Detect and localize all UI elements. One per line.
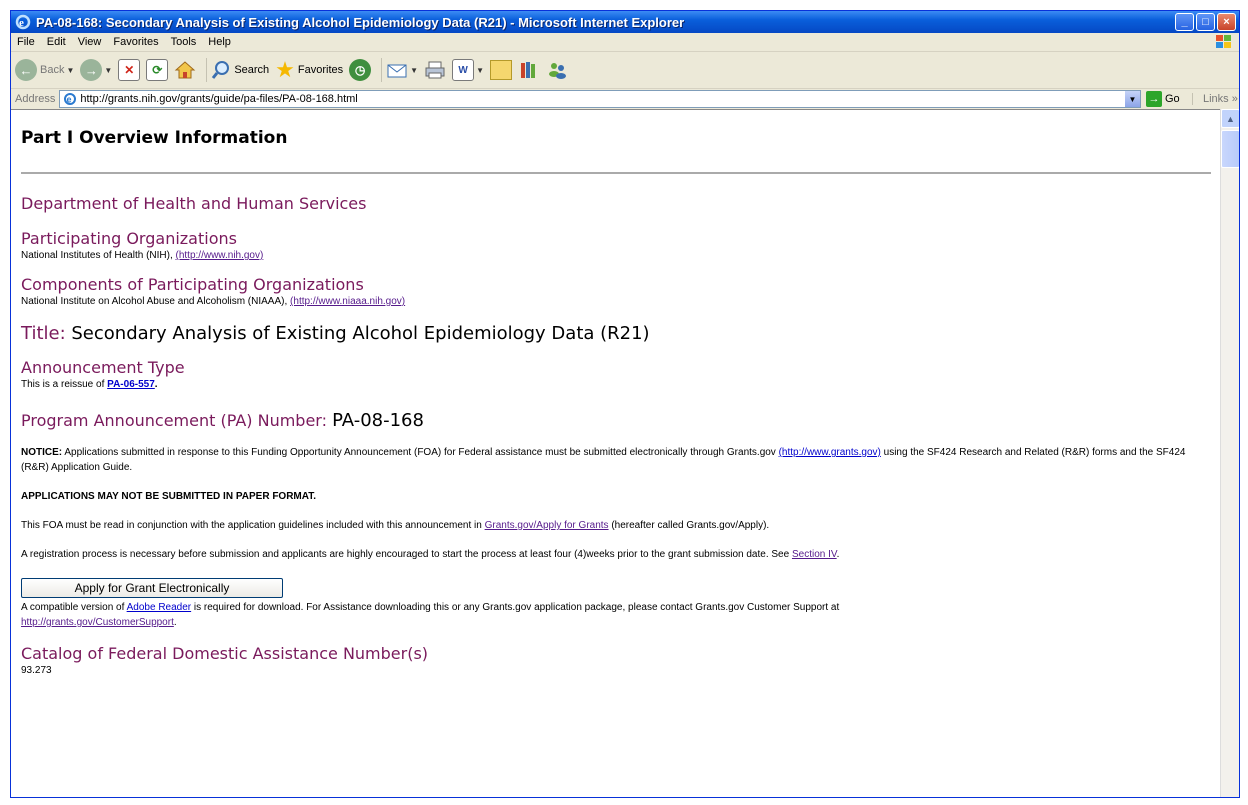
department-heading: Department of Health and Human Services [21, 194, 367, 213]
history-button[interactable]: ◷ [349, 59, 372, 81]
page-title: Part I Overview Information [21, 128, 288, 148]
favorites-button[interactable]: ★ Favorites [275, 57, 343, 82]
address-dropdown-button[interactable]: ▼ [1125, 91, 1140, 107]
research-button[interactable] [518, 60, 540, 80]
menu-bar: File Edit View Favorites Tools Help [11, 33, 1239, 52]
windows-logo-icon [1216, 35, 1231, 48]
nih-link[interactable]: (http://www.nih.gov) [176, 250, 264, 261]
go-arrow-icon: → [1146, 91, 1162, 107]
vertical-scrollbar[interactable]: ▲ [1220, 109, 1239, 797]
word-icon: W [452, 59, 475, 81]
forward-button[interactable]: → ▼ [80, 59, 112, 81]
scrollbar-thumb[interactable] [1221, 130, 1239, 168]
star-icon: ★ [275, 57, 295, 82]
page-icon: e [64, 93, 77, 105]
components-heading: Components of Participating Organization… [21, 275, 364, 294]
internet-explorer-icon: e [15, 14, 31, 30]
participating-heading: Participating Organizations [21, 229, 237, 248]
menu-favorites[interactable]: Favorites [113, 36, 158, 48]
mail-icon [387, 64, 407, 78]
forward-arrow-icon: → [80, 59, 103, 81]
menu-help[interactable]: Help [208, 36, 231, 48]
stop-button[interactable]: ✕ [118, 59, 141, 81]
edit-button[interactable]: W ▼ [452, 59, 484, 81]
chevron-down-icon: ▼ [410, 65, 419, 75]
note-icon [490, 60, 512, 80]
pa-number-heading: Program Announcement (PA) Number: PA-08-… [21, 410, 424, 431]
adobe-reader-link[interactable]: Adobe Reader [127, 602, 192, 613]
menu-edit[interactable]: Edit [47, 36, 66, 48]
niaaa-link[interactable]: (http://www.niaaa.nih.gov) [290, 296, 405, 307]
catalog-heading: Catalog of Federal Domestic Assistance N… [21, 644, 429, 663]
messenger-icon [549, 63, 566, 79]
notice-paragraph: NOTICE: Applications submitted in respon… [21, 447, 1186, 473]
menu-view[interactable]: View [78, 36, 102, 48]
links-button[interactable]: Links » [1192, 93, 1239, 105]
chevron-down-icon: ▼ [476, 65, 484, 75]
page-content: Part I Overview Information Department o… [11, 109, 1221, 797]
address-url: http://grants.nih.gov/grants/guide/pa-fi… [80, 93, 358, 105]
home-button[interactable] [174, 60, 196, 80]
svg-text:e: e [67, 95, 72, 105]
apply-for-grants-link[interactable]: Grants.gov/Apply for Grants [485, 520, 609, 531]
search-icon [212, 61, 230, 79]
grants-gov-link[interactable]: (http://www.grants.gov) [779, 447, 881, 458]
messenger-button[interactable] [546, 60, 568, 80]
customer-support-link[interactable]: http://grants.gov/CustomerSupport [21, 617, 174, 628]
browser-window: e PA-08-168: Secondary Analysis of Exist… [10, 10, 1240, 798]
svg-text:e: e [19, 17, 24, 29]
section-iv-link[interactable]: Section IV [792, 549, 837, 560]
scroll-up-icon[interactable]: ▲ [1221, 109, 1239, 128]
chevron-down-icon: ▼ [66, 65, 75, 75]
address-bar: Address e http://grants.nih.gov/grants/g… [11, 89, 1239, 110]
stop-icon: ✕ [118, 59, 141, 81]
back-arrow-icon: ← [15, 59, 37, 81]
address-label: Address [15, 93, 56, 105]
address-input[interactable]: e http://grants.nih.gov/grants/guide/pa-… [59, 90, 1141, 108]
mail-button[interactable]: ▼ [386, 61, 418, 79]
announcement-heading: Announcement Type [21, 358, 185, 377]
history-icon: ◷ [349, 59, 372, 81]
pa-06-557-link[interactable]: PA-06-557 [107, 379, 155, 390]
print-button[interactable] [424, 60, 446, 80]
refresh-button[interactable]: ⟳ [146, 59, 169, 81]
search-button[interactable]: Search [211, 60, 269, 80]
adobe-paragraph: A compatible version of Adobe Reader is … [21, 602, 840, 628]
no-paper-notice: APPLICATIONS MAY NOT BE SUBMITTED IN PAP… [21, 491, 317, 502]
printer-icon [425, 61, 445, 79]
maximize-button[interactable]: □ [1196, 13, 1215, 31]
apply-grant-button[interactable]: Apply for Grant Electronically [21, 578, 283, 598]
go-button[interactable]: → Go [1146, 91, 1192, 107]
home-icon [174, 61, 196, 79]
minimize-button[interactable]: _ [1175, 13, 1194, 31]
window-title: PA-08-168: Secondary Analysis of Existin… [36, 14, 685, 30]
back-button[interactable]: ← Back ▼ [15, 59, 74, 81]
catalog-number: 93.273 [21, 665, 52, 676]
close-button[interactable]: × [1217, 13, 1236, 31]
foa-paragraph: This FOA must be read in conjunction wit… [21, 520, 770, 531]
menu-tools[interactable]: Tools [171, 36, 197, 48]
research-books-icon [521, 62, 535, 78]
title-heading: Title: Secondary Analysis of Existing Al… [21, 323, 650, 344]
menu-file[interactable]: File [17, 36, 35, 48]
registration-paragraph: A registration process is necessary befo… [21, 549, 840, 560]
divider [21, 172, 1211, 174]
chevron-down-icon: ▼ [104, 65, 113, 75]
title-bar[interactable]: e PA-08-168: Secondary Analysis of Exist… [11, 11, 1239, 33]
toolbar: ← Back ▼ → ▼ ✕ ⟳ Search ★ Favorites ◷ ▼ … [11, 52, 1239, 89]
refresh-icon: ⟳ [146, 59, 169, 81]
discuss-button[interactable] [490, 60, 512, 80]
